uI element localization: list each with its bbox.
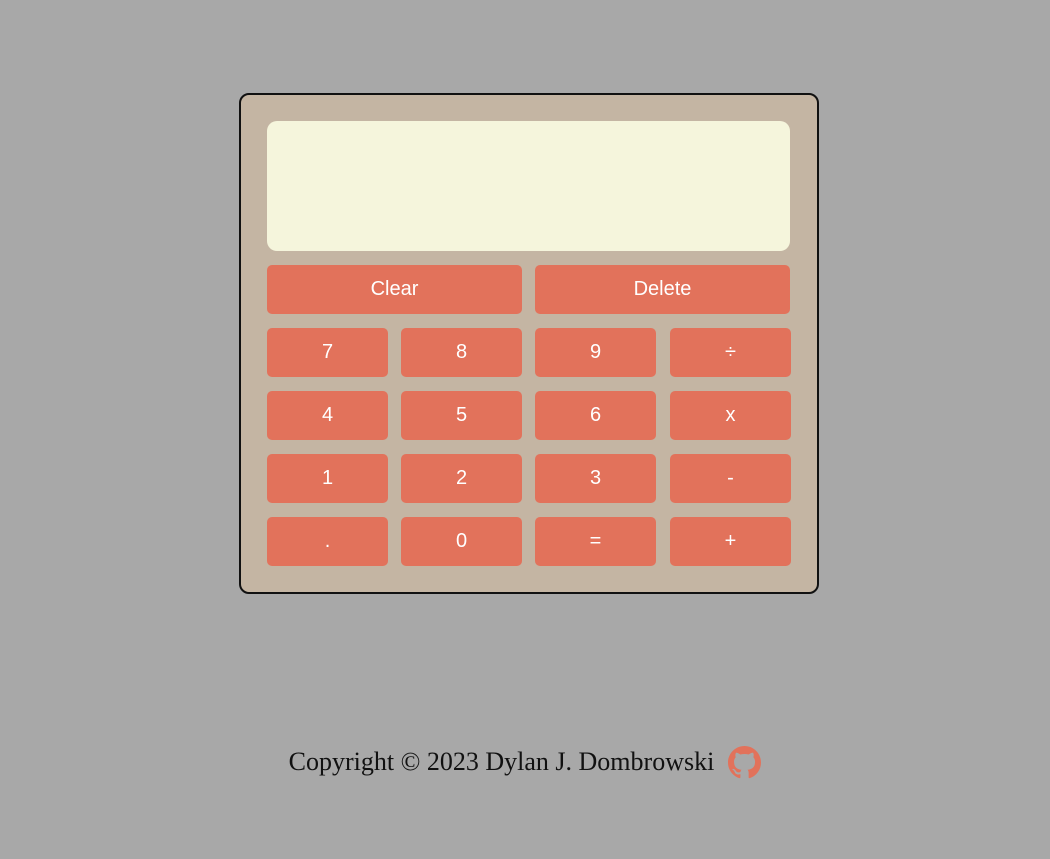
footer: Copyright © 2023 Dylan J. Dombrowski: [0, 744, 1050, 780]
digit-2-button[interactable]: 2: [401, 454, 522, 503]
copyright-text: Copyright © 2023 Dylan J. Dombrowski: [288, 747, 715, 776]
calculator-display: [267, 121, 790, 251]
multiply-button[interactable]: x: [670, 391, 791, 440]
current-operand: [285, 163, 772, 227]
digit-8-button[interactable]: 8: [401, 328, 522, 377]
digit-0-button[interactable]: 0: [401, 517, 522, 566]
previous-operand: [285, 131, 772, 163]
github-link[interactable]: [728, 745, 762, 779]
digit-1-button[interactable]: 1: [267, 454, 388, 503]
github-icon: [728, 745, 762, 778]
subtract-button[interactable]: -: [670, 454, 791, 503]
delete-button[interactable]: Delete: [535, 265, 790, 314]
digit-9-button[interactable]: 9: [535, 328, 656, 377]
digit-3-button[interactable]: 3: [535, 454, 656, 503]
equals-button[interactable]: =: [535, 517, 656, 566]
decimal-button[interactable]: .: [267, 517, 388, 566]
add-button[interactable]: +: [670, 517, 791, 566]
digit-4-button[interactable]: 4: [267, 391, 388, 440]
divide-button[interactable]: ÷: [670, 328, 791, 377]
digit-7-button[interactable]: 7: [267, 328, 388, 377]
digit-6-button[interactable]: 6: [535, 391, 656, 440]
clear-button[interactable]: Clear: [267, 265, 522, 314]
digit-5-button[interactable]: 5: [401, 391, 522, 440]
calculator: Clear Delete 7 8 9 ÷ 4 5 6 x 1 2 3 - . 0…: [239, 93, 819, 594]
